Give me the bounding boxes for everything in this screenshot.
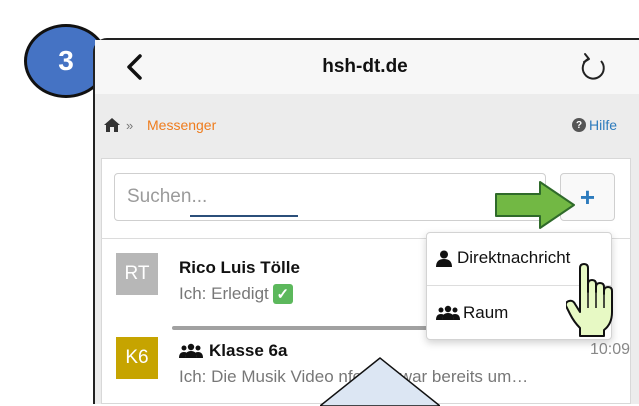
- url-display[interactable]: hsh-dt.de: [250, 56, 480, 78]
- chevron-left-icon[interactable]: [120, 52, 150, 82]
- home-icon[interactable]: [103, 117, 121, 133]
- users-icon: [179, 343, 203, 358]
- check-icon: ✓: [272, 284, 293, 304]
- conversation-time: 10:09: [590, 341, 631, 358]
- hand-pointer-icon: [566, 263, 613, 337]
- conversation-name[interactable]: Klasse 6a: [179, 341, 287, 361]
- help-link[interactable]: ? Hilfe: [572, 117, 617, 133]
- menu-item-label: Raum: [463, 303, 509, 322]
- menu-item-direktnachricht[interactable]: Direktnachricht: [436, 248, 570, 268]
- callout-pointer: [320, 357, 440, 406]
- avatar: K6: [116, 337, 158, 379]
- avatar: RT: [116, 253, 158, 295]
- menu-item-raum[interactable]: Raum: [436, 303, 508, 323]
- breadcrumb-current[interactable]: Messenger: [147, 117, 216, 133]
- menu-item-label: Direktnachricht: [457, 248, 571, 267]
- user-icon: [436, 250, 452, 267]
- breadcrumb-separator: »: [126, 118, 134, 133]
- help-label: Hilfe: [589, 117, 618, 133]
- question-circle-icon: ?: [572, 118, 586, 132]
- group-name: Klasse 6a: [209, 341, 288, 360]
- conversation-preview[interactable]: Ich: Erledigt ✓: [179, 284, 293, 304]
- search-input[interactable]: [114, 173, 546, 221]
- preview-text: Ich: Erledigt: [179, 284, 269, 303]
- conversation-name[interactable]: Rico Luis Tölle: [179, 258, 300, 278]
- arrow-right-icon: [495, 181, 575, 229]
- text-cursor-underline: [190, 215, 298, 217]
- reload-icon[interactable]: [576, 50, 610, 84]
- users-icon: [436, 305, 460, 320]
